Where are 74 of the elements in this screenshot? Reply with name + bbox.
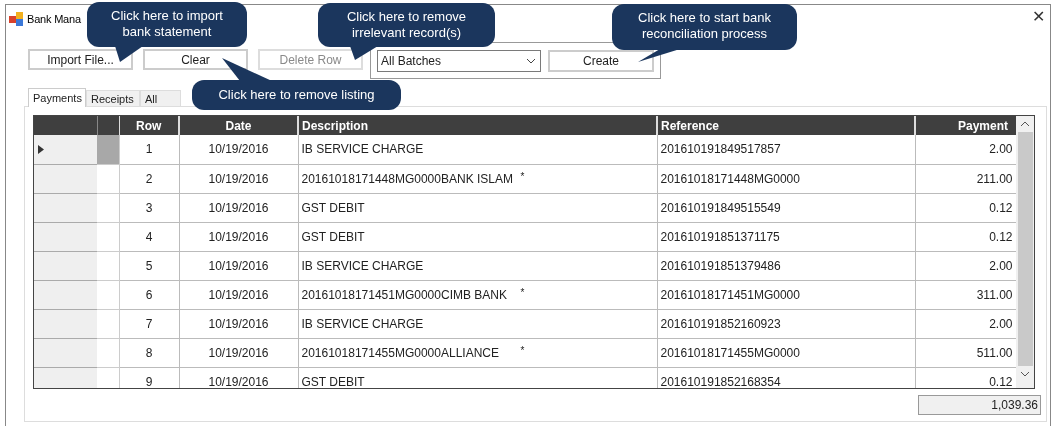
table-cell: 201610191849515549: [657, 193, 915, 222]
flag-mark: *: [520, 285, 525, 300]
table-cell: 201610191852160923: [657, 309, 915, 338]
scrollbar-thumb[interactable]: [1017, 132, 1033, 366]
row-header[interactable]: [34, 251, 97, 280]
row-header[interactable]: [34, 164, 97, 193]
selection-cell[interactable]: [97, 222, 119, 251]
table-cell: GST DEBIT: [298, 367, 657, 388]
table-cell: 9: [119, 367, 179, 388]
vertical-scrollbar[interactable]: [1016, 116, 1034, 388]
table-cell: 10/19/2016: [179, 280, 298, 309]
table-cell: 20161018171448MG0000: [657, 164, 915, 193]
selection-cell[interactable]: [97, 309, 119, 338]
dropdown-value: All Batches: [381, 53, 442, 70]
chevron-down-icon: [526, 58, 536, 64]
app-icon: [9, 12, 23, 27]
table-cell: 10/19/2016: [179, 367, 298, 388]
row-header[interactable]: [34, 135, 97, 164]
current-row-icon: [38, 144, 44, 154]
table-cell: 7: [119, 309, 179, 338]
table-cell: 201610191851379486: [657, 251, 915, 280]
row-header[interactable]: [34, 338, 97, 367]
table-cell: 8: [119, 338, 179, 367]
row-header[interactable]: [34, 222, 97, 251]
selection-cell[interactable]: [97, 280, 119, 309]
flag-mark: *: [520, 343, 525, 358]
close-button[interactable]: ✕: [1028, 6, 1048, 28]
selection-cell[interactable]: [97, 338, 119, 367]
table-cell: 20161018171451MG0000CIMB BANK: [301, 287, 507, 302]
table-cell: 10/19/2016: [179, 135, 298, 164]
table-cell: 4: [119, 222, 179, 251]
clear-button[interactable]: Clear: [143, 49, 248, 70]
selection-cell[interactable]: [97, 135, 119, 164]
window-title: Bank Mana: [27, 12, 81, 27]
table-cell: GST DEBIT: [298, 222, 657, 251]
table-cell: 201610191852168354: [657, 367, 915, 388]
import-file-button[interactable]: Import File...: [28, 49, 133, 70]
selection-cell[interactable]: [97, 193, 119, 222]
column-header[interactable]: Description: [298, 116, 657, 135]
table-cell: 20161018171451MG0000: [657, 280, 915, 309]
total-field: 1,039.36: [918, 395, 1041, 415]
selection-cell[interactable]: [97, 367, 119, 388]
table-cell: 20161018171448MG0000BANK ISLAM: [301, 171, 513, 186]
table-cell: 6: [119, 280, 179, 309]
table-cell: 5: [119, 251, 179, 280]
table-cell: 3: [119, 193, 179, 222]
table-cell: 1: [119, 135, 179, 164]
table-cell: 10/19/2016: [179, 338, 298, 367]
table-cell: IB SERVICE CHARGE: [298, 309, 657, 338]
table-cell: 10/19/2016: [179, 309, 298, 338]
selection-cell[interactable]: [97, 251, 119, 280]
tab[interactable]: Payments: [28, 88, 86, 107]
selection-cell[interactable]: [97, 164, 119, 193]
table-cell: 10/19/2016: [179, 193, 298, 222]
column-header[interactable]: Date: [179, 116, 298, 135]
column-header[interactable]: Reference: [657, 116, 915, 135]
table-cell: 201610191851371175: [657, 222, 915, 251]
table-cell: 20161018171455MG0000: [657, 338, 915, 367]
create-button[interactable]: Create: [548, 50, 654, 72]
table-cell: IB SERVICE CHARGE: [298, 251, 657, 280]
table-cell: 10/19/2016: [179, 251, 298, 280]
table-cell: GST DEBIT: [298, 193, 657, 222]
table-cell: 2: [119, 164, 179, 193]
row-header[interactable]: [34, 367, 97, 388]
row-header[interactable]: [34, 280, 97, 309]
table-cell: 10/19/2016: [179, 164, 298, 193]
row-header[interactable]: [34, 193, 97, 222]
table-cell: 10/19/2016: [179, 222, 298, 251]
row-header[interactable]: [34, 309, 97, 338]
table-cell: IB SERVICE CHARGE: [298, 135, 657, 164]
batch-dropdown[interactable]: All Batches: [377, 50, 541, 72]
flag-mark: *: [520, 169, 525, 184]
table-cell: 20161018171455MG0000ALLIANCE: [301, 345, 499, 360]
table-cell: 201610191849517857: [657, 135, 915, 164]
